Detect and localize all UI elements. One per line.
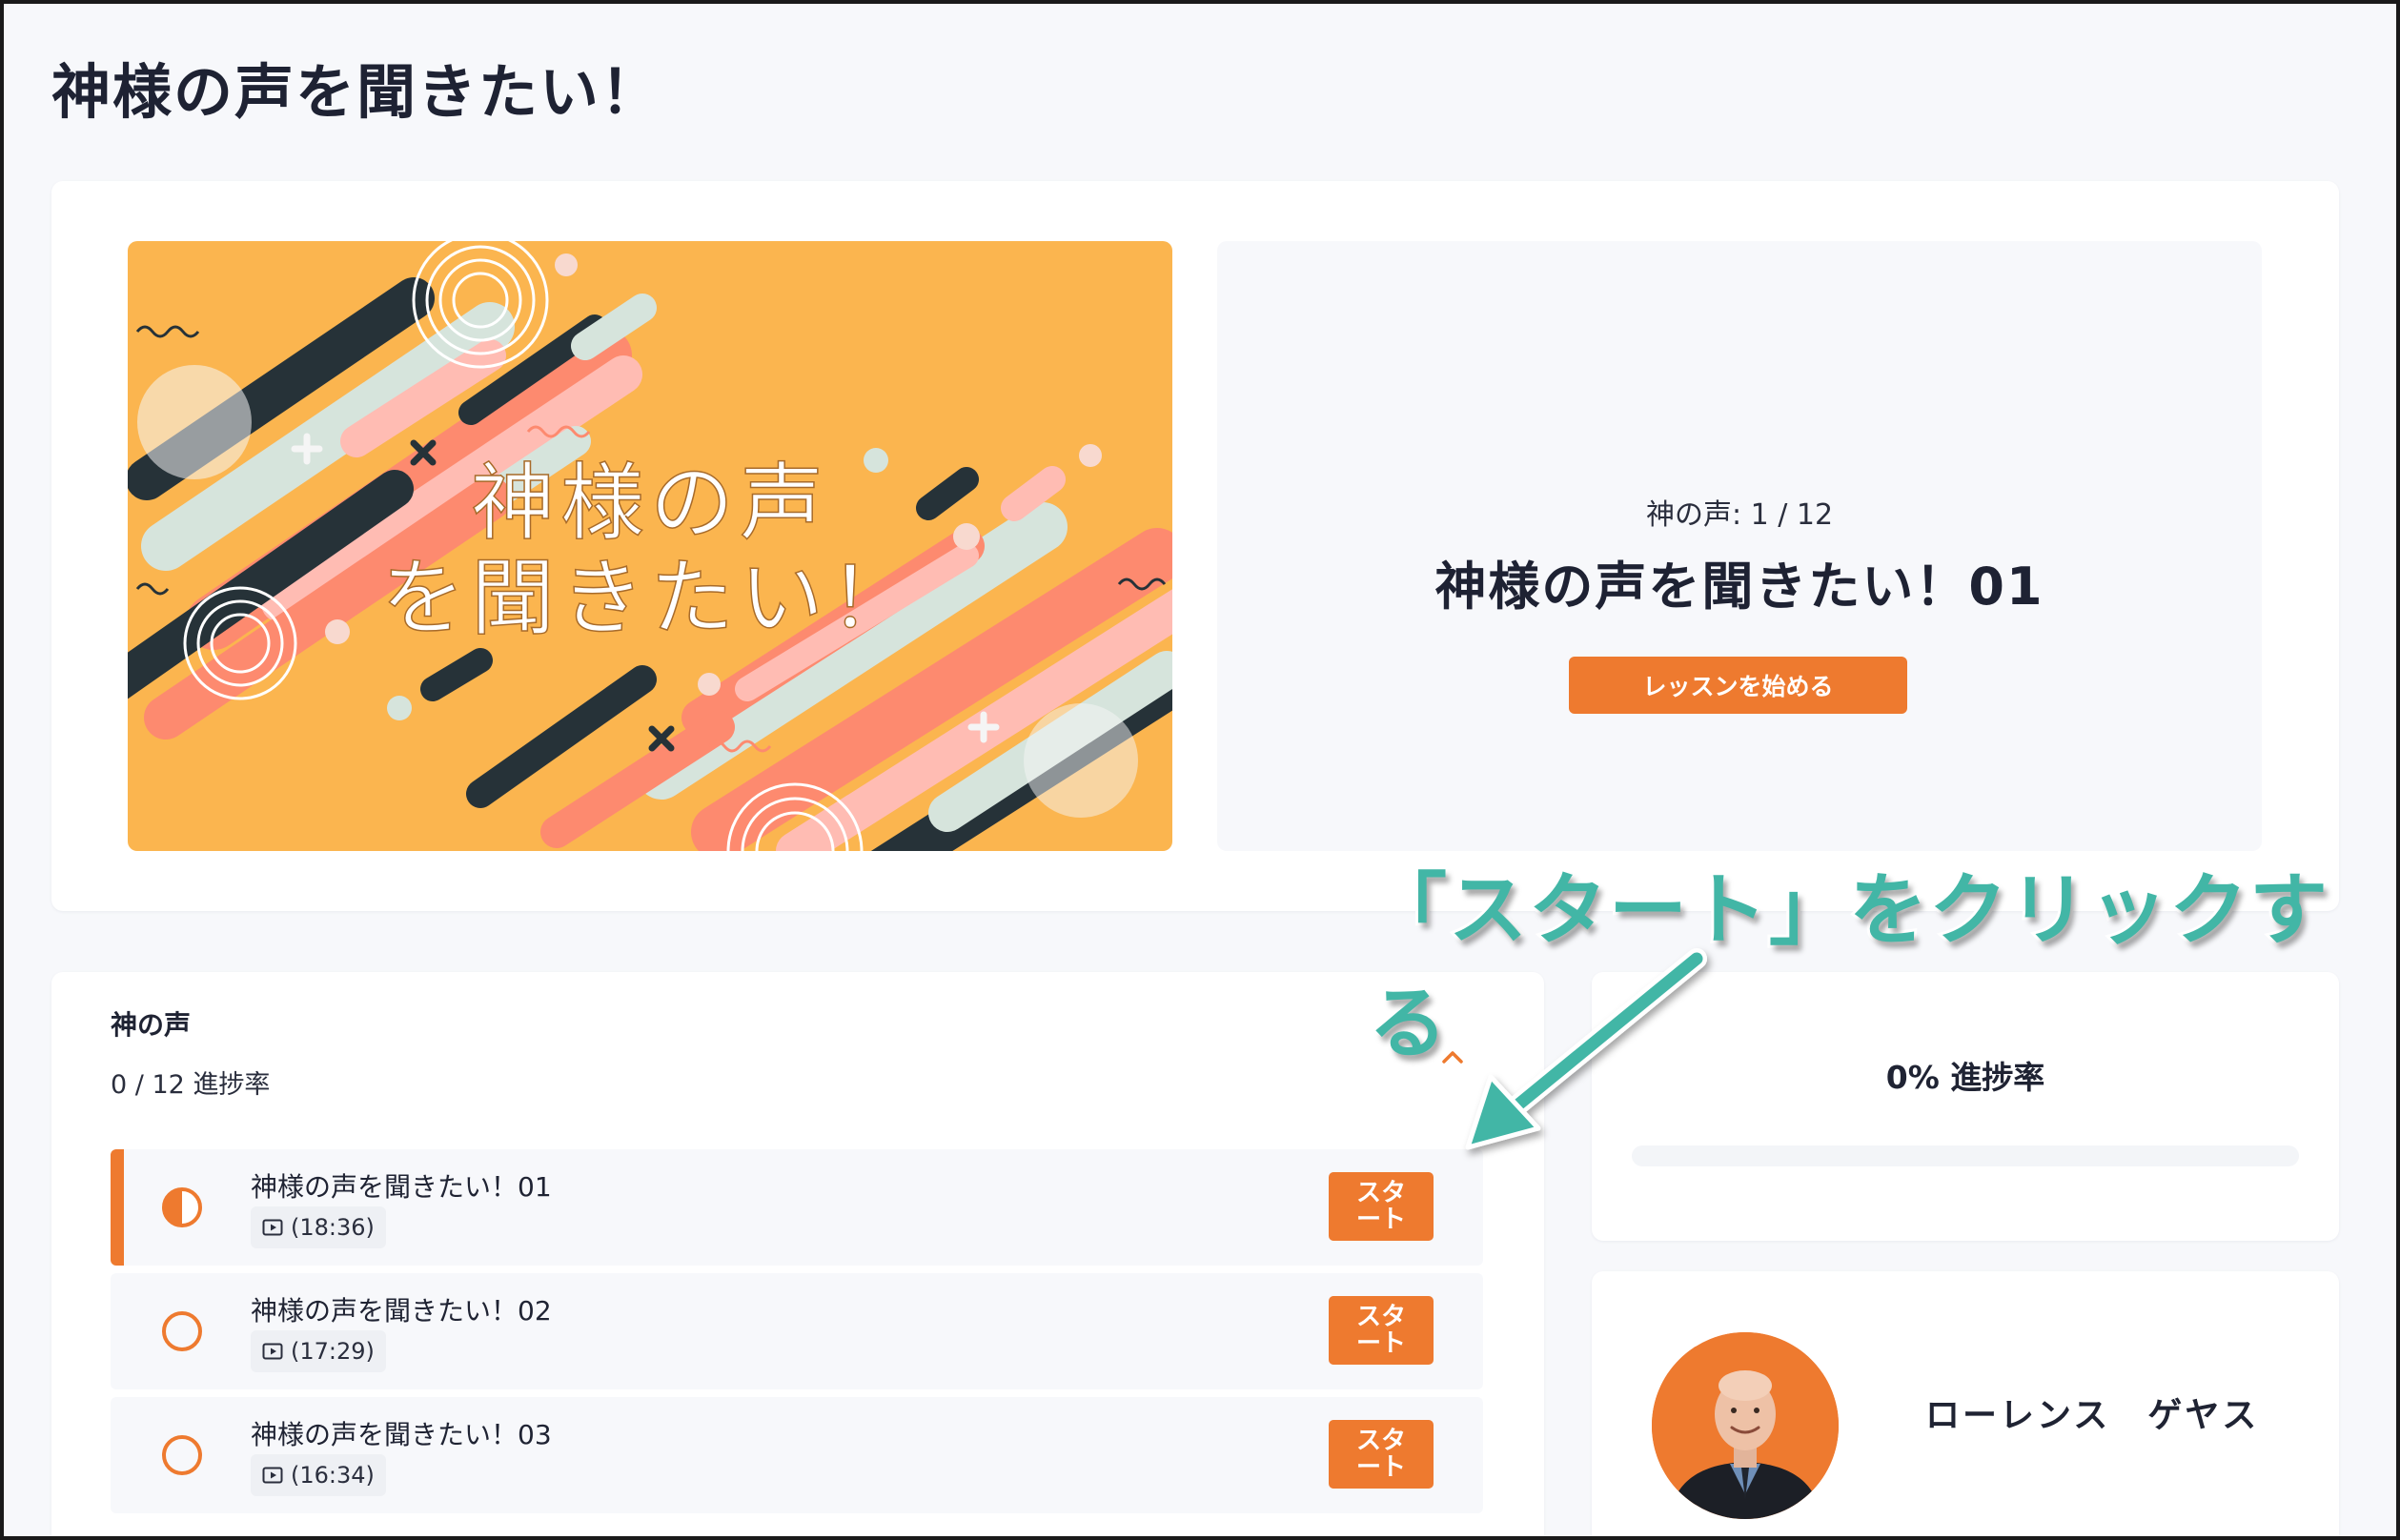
video-icon xyxy=(262,1219,283,1236)
lesson-duration-text: (18:36) xyxy=(291,1214,375,1241)
instructor-card: ローレンス ゲヤス xyxy=(1592,1271,2339,1540)
lesson-duration-text: (16:34) xyxy=(291,1462,375,1489)
course-section-card: 神の声 0 / 12 進捗率 神様の声を聞きたい！01 (18:36) スタート… xyxy=(51,972,1544,1540)
course-thumbnail-art: 神様の声 を聞きたい！ xyxy=(128,241,1172,851)
half-circle-progress-icon xyxy=(162,1187,202,1227)
lesson-row[interactable]: 神様の声を聞きたい！03 (16:34) スタート xyxy=(111,1397,1483,1513)
instructor-name: ローレンス ゲヤス xyxy=(1925,1396,2260,1435)
lesson-start-button[interactable]: スタート xyxy=(1329,1172,1434,1241)
lesson-row[interactable]: 神様の声を聞きたい！02 (17:29) スタート xyxy=(111,1273,1483,1389)
empty-circle-icon xyxy=(162,1311,202,1351)
lesson-start-button[interactable]: スタート xyxy=(1329,1420,1434,1489)
avatar xyxy=(1652,1332,1839,1519)
lesson-row[interactable]: 神様の声を聞きたい！01 (18:36) スタート xyxy=(111,1149,1483,1266)
section-progress: 0 / 12 進捗率 xyxy=(111,1070,271,1100)
section-title: 神の声 xyxy=(111,1009,192,1041)
course-thumbnail: 神様の声 を聞きたい！ xyxy=(128,241,1172,851)
start-lesson-button[interactable]: レッスンを始める xyxy=(1569,657,1907,714)
lesson-duration: (18:36) xyxy=(251,1206,386,1248)
lesson-title: 神様の声を聞きたい！02 xyxy=(251,1295,552,1327)
current-lesson-panel: 神の声: 1 / 12 神様の声を聞きたい！01 レッスンを始める xyxy=(1217,241,2262,851)
video-icon xyxy=(262,1467,283,1484)
lesson-title: 神様の声を聞きたい！03 xyxy=(251,1419,552,1450)
video-icon xyxy=(262,1343,283,1360)
thumbnail-text-line1: 神様の声 xyxy=(471,454,829,552)
empty-circle-icon xyxy=(162,1435,202,1475)
thumbnail-text-line2: を聞きたい！ xyxy=(381,549,919,647)
current-lesson-title: 神様の声を聞きたい！01 xyxy=(1434,557,2044,617)
lesson-duration: (16:34) xyxy=(251,1454,386,1496)
lesson-title: 神様の声を聞きたい！01 xyxy=(251,1171,552,1203)
hero-card: 神様の声 を聞きたい！ 神の声: 1 / 12 神様の声を聞きたい！01 レッス… xyxy=(51,181,2339,911)
tutorial-arrow-icon xyxy=(1465,948,1707,1150)
page-title: 神様の声を聞きたい！ xyxy=(51,57,662,127)
lesson-duration-text: (17:29) xyxy=(291,1338,375,1365)
lesson-count: 神の声: 1 / 12 xyxy=(1645,498,1834,532)
lesson-duration: (17:29) xyxy=(251,1330,386,1372)
lesson-start-button[interactable]: スタート xyxy=(1329,1296,1434,1365)
instructor-photo xyxy=(1652,1332,1839,1519)
